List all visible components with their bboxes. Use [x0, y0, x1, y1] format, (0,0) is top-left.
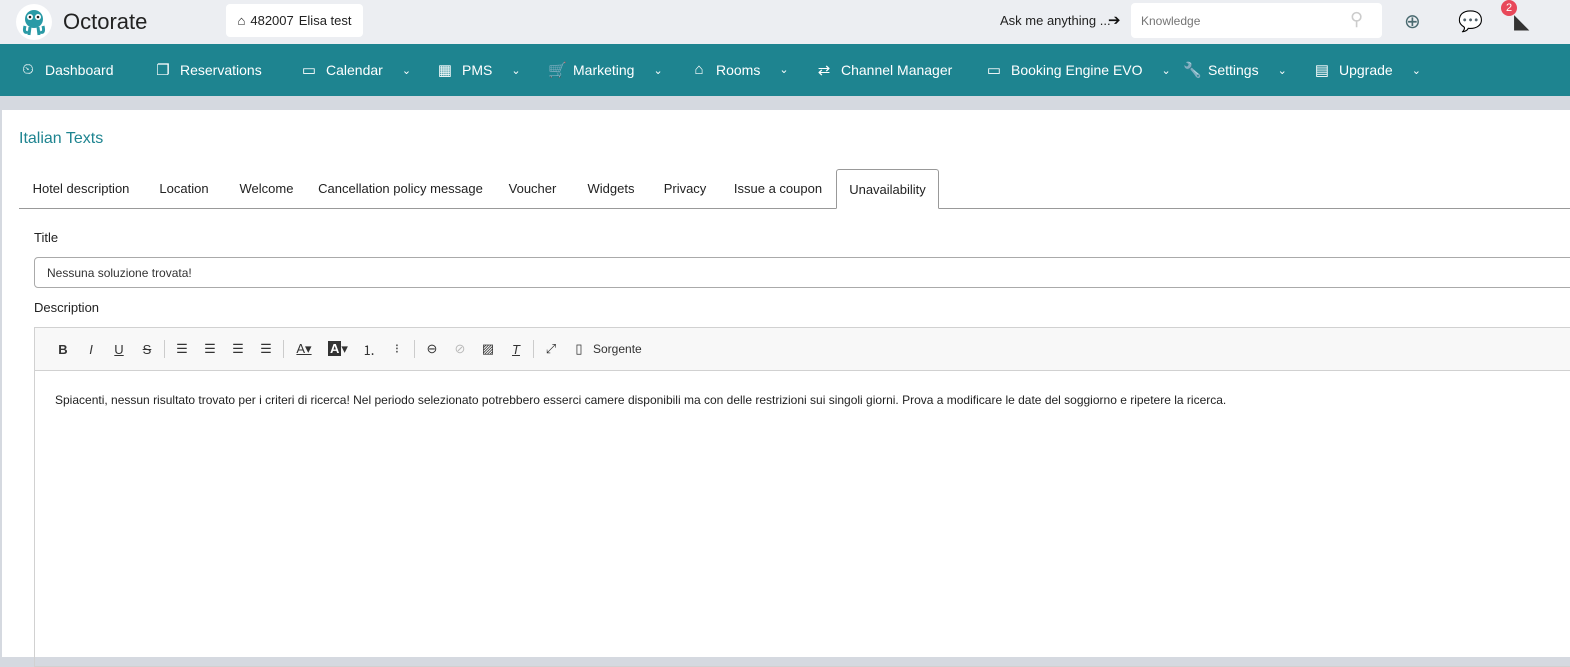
nav-label: Rooms: [716, 61, 761, 78]
strikethrough-icon[interactable]: S: [133, 342, 161, 357]
chevron-down-icon[interactable]: ⌄: [511, 64, 520, 77]
italic-icon[interactable]: I: [77, 342, 105, 357]
marketing-icon: 🛒: [548, 62, 567, 79]
nav-label: Booking Engine EVO: [1011, 62, 1143, 78]
align-center-icon[interactable]: ☰: [196, 341, 224, 357]
title-input[interactable]: [34, 257, 1570, 288]
link-icon[interactable]: ⊖: [418, 341, 446, 357]
rich-text-editor: B I U S ☰ ☰ ☰ ☰ A▾ A ▾ ⒈ ⁝ ⊖ ⊘ ▨ T ⤢ ▯ So…: [34, 327, 1570, 667]
reservations-icon: ❐: [156, 62, 170, 79]
nav-label: Reservations: [180, 62, 262, 78]
nav-label: Channel Manager: [841, 62, 953, 78]
booking-engine-evo-icon: ▭: [986, 62, 1002, 79]
nav-item-upgrade[interactable]: ▤ Upgrade ⌄: [1314, 61, 1421, 79]
align-left-icon[interactable]: ☰: [168, 341, 196, 357]
chat-icon[interactable]: 💬: [1458, 9, 1483, 34]
add-icon[interactable]: ⊕: [1404, 9, 1421, 34]
editor-content[interactable]: Spiacenti, nessun risultato trovato per …: [35, 371, 1570, 429]
editor-toolbar: B I U S ☰ ☰ ☰ ☰ A▾ A ▾ ⒈ ⁝ ⊖ ⊘ ▨ T ⤢ ▯ So…: [35, 328, 1570, 371]
notification-badge: 2: [1501, 0, 1517, 16]
nav-item-pms[interactable]: ▦ PMS ⌄: [437, 61, 521, 79]
chevron-down-icon[interactable]: ⌄: [779, 63, 788, 76]
nav-item-rooms[interactable]: ⌂ Rooms ⌄: [691, 61, 788, 78]
image-icon[interactable]: ▨: [474, 341, 502, 357]
unlink-icon[interactable]: ⊘: [446, 341, 474, 357]
tab-welcome[interactable]: Welcome: [225, 169, 308, 208]
nav-item-dashboard[interactable]: ⏲ Dashboard: [20, 61, 114, 78]
tab-bar: Hotel description Location Welcome Cancella…: [19, 169, 1570, 209]
toolbar-separator: [533, 340, 534, 358]
source-button[interactable]: Sorgente: [593, 342, 642, 356]
nav-item-calendar[interactable]: ▭ Calendar ⌄: [301, 61, 411, 79]
chevron-down-icon[interactable]: ⌄: [1412, 64, 1421, 77]
bulleted-list-icon[interactable]: ⁝: [383, 341, 411, 357]
calendar-icon: ▭: [301, 62, 317, 79]
rooms-icon: ⌂: [694, 61, 704, 78]
chevron-down-icon[interactable]: ⌄: [653, 64, 662, 77]
dashboard-icon: ⏲: [22, 61, 34, 78]
octorate-logo[interactable]: [16, 4, 52, 40]
tab-privacy[interactable]: Privacy: [650, 169, 720, 208]
pms-icon: ▦: [437, 62, 453, 79]
tab-widgets[interactable]: Widgets: [572, 169, 650, 208]
nav-item-booking-engine-evo[interactable]: ▭ Booking Engine EVO ⌄: [986, 61, 1171, 79]
align-right-icon[interactable]: ☰: [224, 341, 252, 357]
tab-voucher[interactable]: Voucher: [493, 169, 572, 208]
maximize-icon[interactable]: ⤢: [537, 341, 565, 357]
tab-unavailability[interactable]: Unavailability: [836, 169, 939, 209]
justify-icon[interactable]: ☰: [252, 341, 280, 357]
knowledge-search-input[interactable]: [1131, 3, 1382, 38]
chevron-down-icon[interactable]: ⌄: [1162, 64, 1171, 77]
toolbar-separator: [414, 340, 415, 358]
nav-label: PMS: [462, 62, 493, 78]
property-selector[interactable]: ⌂ 482007 Elisa test: [226, 4, 363, 37]
description-label: Description: [34, 300, 100, 315]
nav-label: Dashboard: [45, 61, 114, 78]
toolbar-separator: [283, 340, 284, 358]
nav-label: Marketing: [573, 62, 635, 78]
home-icon: ⌂: [237, 13, 246, 28]
nav-item-reservations[interactable]: ❐ Reservations: [155, 61, 262, 79]
tab-cancellation-policy-message[interactable]: Cancellation policy message: [308, 169, 493, 208]
nav-item-settings[interactable]: 🔧 Settings ⌄: [1183, 61, 1287, 79]
property-id: 482007: [250, 13, 294, 28]
nav-item-channel-manager[interactable]: ⇄ Channel Manager: [816, 61, 953, 79]
chevron-down-icon[interactable]: ⌄: [402, 64, 411, 77]
nav-label: Settings: [1208, 62, 1259, 78]
toolbar-separator: [164, 340, 165, 358]
nav-item-marketing[interactable]: 🛒 Marketing ⌄: [548, 61, 663, 79]
nav-label: Calendar: [326, 62, 383, 78]
channel-manager-icon: ⇄: [817, 62, 831, 79]
property-name: Elisa test: [298, 13, 352, 28]
text-color-icon[interactable]: A▾: [287, 341, 321, 357]
numbered-list-icon[interactable]: ⒈: [355, 340, 383, 359]
tab-location[interactable]: Location: [143, 169, 225, 208]
brand-name: Octorate: [63, 9, 148, 34]
source-icon[interactable]: ▯: [565, 341, 593, 357]
ask-label: Ask me anything ...: [1000, 13, 1111, 28]
arrow-right-icon: ➔: [1108, 12, 1121, 29]
background-color-icon[interactable]: A ▾: [321, 341, 355, 357]
nav-label: Upgrade: [1339, 62, 1393, 78]
tab-issue-a-coupon[interactable]: Issue a coupon: [720, 169, 836, 208]
main-nav: ⏲ Dashboard ❐ Reservations ▭ Calendar ⌄ ▦ PMS ⌄ 🛒 M…: [0, 44, 1570, 96]
tab-hotel-description[interactable]: Hotel description: [19, 169, 143, 208]
settings-icon: 🔧: [1183, 62, 1202, 79]
chevron-down-icon[interactable]: ⌄: [1278, 64, 1287, 77]
title-label: Title: [34, 230, 59, 245]
bold-icon[interactable]: B: [49, 342, 77, 357]
rss-icon[interactable]: ◣: [1514, 9, 1529, 34]
search-icon[interactable]: ⚲: [1350, 9, 1363, 30]
page-title: Italian Texts: [19, 130, 104, 147]
upgrade-icon: ▤: [1314, 62, 1330, 79]
underline-icon[interactable]: U: [105, 342, 133, 357]
remove-format-icon[interactable]: T: [502, 342, 530, 357]
